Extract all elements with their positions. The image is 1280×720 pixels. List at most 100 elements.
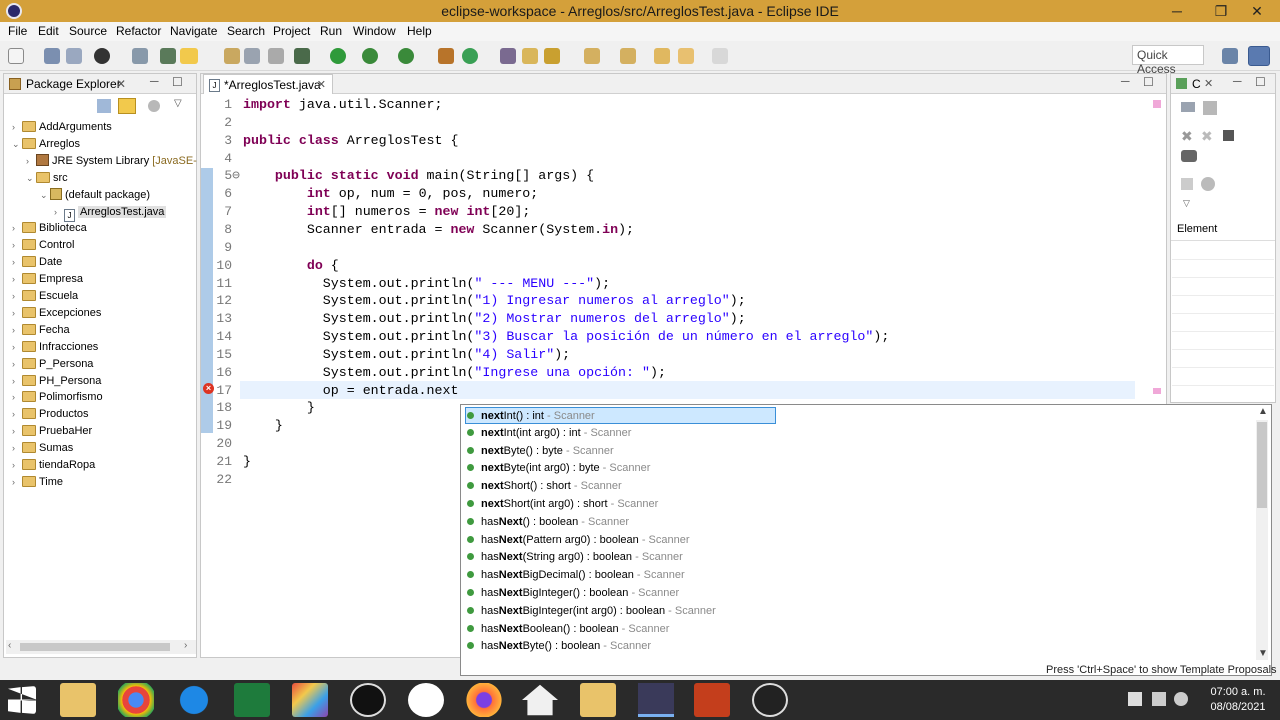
expander-icon[interactable]: ›: [12, 271, 22, 287]
element-column-header[interactable]: Element: [1171, 219, 1275, 241]
expander-icon[interactable]: ›: [12, 474, 22, 490]
tree-item[interactable]: ⌄ src: [26, 170, 68, 186]
expander-icon[interactable]: ›: [12, 119, 22, 135]
overview-marker[interactable]: [1153, 100, 1161, 108]
popup-scroll-thumb[interactable]: [1257, 422, 1267, 508]
suggestion-item[interactable]: nextByte(int arg0) : byte - Scanner: [467, 460, 650, 477]
expander-icon[interactable]: ⌄: [40, 187, 50, 203]
powerpoint-icon[interactable]: [694, 683, 730, 717]
close-button[interactable]: ✕: [1242, 1, 1272, 21]
hp-app-icon[interactable]: [408, 683, 444, 717]
external-tools-icon[interactable]: [398, 48, 414, 64]
suggestion-item[interactable]: hasNext(String arg0) : boolean - Scanner: [467, 549, 683, 566]
expander-icon[interactable]: ›: [54, 204, 64, 220]
menu-search[interactable]: Search: [227, 24, 265, 38]
suggestion-item[interactable]: nextInt(int arg0) : int - Scanner: [467, 425, 631, 442]
tree-item[interactable]: › Infracciones: [12, 339, 98, 355]
code-line[interactable]: int[] numeros = new int[20];: [243, 204, 530, 219]
expander-icon[interactable]: ›: [12, 373, 22, 389]
tree-item[interactable]: › JRE System Library [JavaSE-: [26, 153, 197, 169]
code-line[interactable]: public static void main(String[] args) {: [243, 168, 594, 183]
scroll-right-icon[interactable]: ›: [184, 640, 187, 651]
tree-item[interactable]: › AddArguments: [12, 119, 112, 135]
code-line[interactable]: int op, num = 0, pos, numero;: [243, 186, 538, 201]
tree-item[interactable]: › tiendaRopa: [12, 457, 95, 473]
home-app-icon[interactable]: [522, 684, 558, 716]
expander-icon[interactable]: ›: [12, 339, 22, 355]
eclipse-taskbar-icon[interactable]: [638, 683, 674, 717]
volume-icon[interactable]: [1174, 692, 1188, 706]
h-scrollbar[interactable]: ‹ ›: [6, 640, 196, 654]
clock[interactable]: 07:00 a. m. 08/08/2021: [1198, 685, 1278, 715]
tree-item[interactable]: › J ArreglosTest.java: [54, 204, 167, 222]
code-line[interactable]: System.out.println("2) Mostrar numeros d…: [243, 311, 746, 326]
tree-item[interactable]: › P_Persona: [12, 356, 93, 372]
tree-item[interactable]: › Polimorfismo: [12, 389, 103, 405]
last-edit-icon[interactable]: [654, 48, 670, 64]
suggestion-item[interactable]: hasNextBoolean() : boolean - Scanner: [467, 621, 669, 638]
menu-project[interactable]: Project: [273, 24, 310, 38]
suggestion-item[interactable]: hasNext(Pattern arg0) : boolean - Scanne…: [467, 532, 690, 549]
tree-item[interactable]: › Excepciones: [12, 305, 101, 321]
suggestion-item[interactable]: nextShort() : short - Scanner: [467, 478, 622, 495]
view-menu-icon[interactable]: ▽: [174, 98, 182, 109]
maximize-button[interactable]: ❐: [1206, 1, 1236, 21]
new-java-project-icon[interactable]: [438, 48, 454, 64]
menu-navigate[interactable]: Navigate: [170, 24, 217, 38]
chrome-icon[interactable]: [118, 683, 154, 717]
expander-icon[interactable]: ›: [12, 356, 22, 372]
new-class-icon[interactable]: [462, 48, 478, 64]
code-line[interactable]: import java.util.Scanner;: [243, 97, 443, 112]
menu-file[interactable]: File: [8, 24, 27, 38]
menu-refactor[interactable]: Refactor: [116, 24, 161, 38]
minimize-editor-icon[interactable]: ─: [1121, 74, 1130, 88]
close-tab-icon[interactable]: ✕: [317, 78, 326, 91]
folder-app-icon[interactable]: [580, 683, 616, 717]
forward-icon[interactable]: [712, 48, 728, 64]
menu-run[interactable]: Run: [320, 24, 342, 38]
save-all-icon[interactable]: [66, 48, 82, 64]
new-icon[interactable]: [8, 48, 24, 64]
maximize-view-icon[interactable]: ☐: [172, 75, 183, 89]
outline-tool4-icon[interactable]: [1181, 150, 1197, 162]
quick-access-input[interactable]: Quick Access: [1132, 45, 1204, 76]
tab-arreglostest[interactable]: J *ArreglosTest.java ✕: [203, 74, 333, 94]
save-icon[interactable]: [44, 48, 60, 64]
outline-tool3-icon[interactable]: [1223, 130, 1234, 141]
prev-annotation-icon[interactable]: [620, 48, 636, 64]
expander-icon[interactable]: ›: [12, 389, 22, 405]
close-outline-icon[interactable]: ✕: [1204, 77, 1213, 90]
scroll-up-icon[interactable]: ▲: [1258, 406, 1268, 417]
file-explorer-icon[interactable]: [60, 683, 96, 717]
expander-icon[interactable]: ›: [12, 406, 22, 422]
code-line[interactable]: Scanner entrada = new Scanner(System.in)…: [243, 222, 634, 237]
debug-icon[interactable]: [94, 48, 110, 64]
menu-source[interactable]: Source: [69, 24, 107, 38]
expander-icon[interactable]: ›: [12, 288, 22, 304]
tree-item[interactable]: › Biblioteca: [12, 220, 87, 236]
code-line[interactable]: System.out.println("3) Buscar la posició…: [243, 329, 890, 344]
open-task-icon[interactable]: [500, 48, 516, 64]
tree-item[interactable]: › Empresa: [12, 271, 83, 287]
next-annotation-icon[interactable]: [584, 48, 600, 64]
maximize-editor-icon[interactable]: ☐: [1143, 75, 1154, 89]
suggestion-item[interactable]: nextShort(int arg0) : short - Scanner: [467, 496, 658, 513]
remove-icon[interactable]: ✖: [1181, 128, 1193, 145]
expander-icon[interactable]: ›: [12, 237, 22, 253]
suggestion-item[interactable]: hasNextByte() : boolean - Scanner: [467, 638, 651, 655]
expander-icon[interactable]: ›: [12, 322, 22, 338]
expander-icon[interactable]: ⌄: [12, 136, 22, 152]
open-perspective-icon[interactable]: [1222, 48, 1238, 64]
suggestion-item[interactable]: hasNextBigInteger() : boolean - Scanner: [467, 585, 679, 602]
search-folder-icon[interactable]: [522, 48, 538, 64]
expander-icon[interactable]: ›: [26, 153, 36, 169]
outline-tool2-icon[interactable]: [1203, 101, 1217, 115]
firefox-icon[interactable]: [466, 683, 502, 717]
tree-item[interactable]: › Fecha: [12, 322, 70, 338]
expander-icon[interactable]: ›: [12, 305, 22, 321]
code-line[interactable]: public class ArreglosTest {: [243, 133, 458, 148]
coverage-icon[interactable]: [362, 48, 378, 64]
flag-icon[interactable]: [1128, 692, 1142, 706]
app-launcher-icon[interactable]: [292, 683, 328, 717]
link-with-editor-icon[interactable]: [118, 98, 136, 114]
